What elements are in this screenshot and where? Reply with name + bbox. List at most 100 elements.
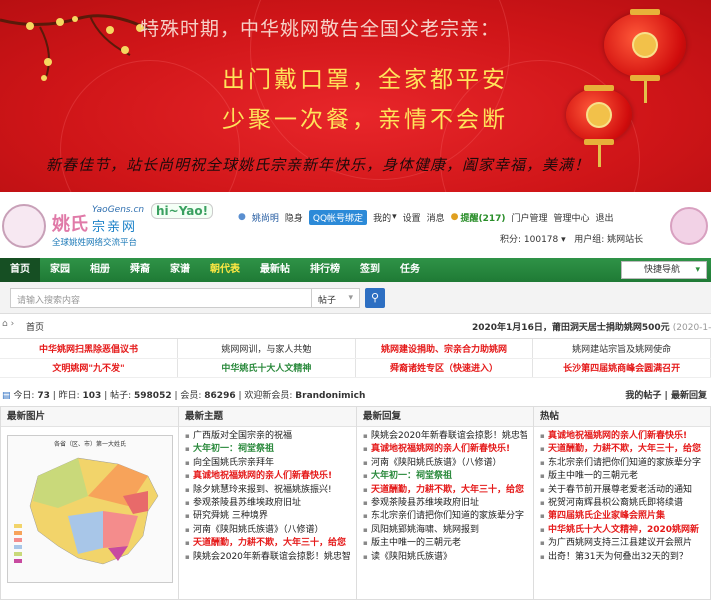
admin-center-link[interactable]: 管理中心 [554,211,590,224]
hide-status-link[interactable]: 隐身 [285,211,303,224]
list-item[interactable]: 天道酬勤，力耕不欺，大年三十，给您 [363,484,527,497]
qq-bind-button[interactable]: QQ帐号绑定 [308,209,368,225]
list-item[interactable]: 广西版对全国宗亲的祝福 [185,430,350,443]
list-item[interactable]: 河南《陕阳姚氏族谱》（八修谱） [363,457,527,470]
hiyao-logo[interactable]: hi~Yao! [151,203,214,219]
posts-label: 帖子: [110,391,132,401]
list-item[interactable]: 关于春节前开展尊老爱老活动的通知 [540,484,704,497]
new-year-banner[interactable]: 特殊时期，中华姚网敬告全国父老宗亲： 出门戴口罩，全家都平安 少聚一次餐，亲情不… [0,0,711,192]
logout-link[interactable]: 退出 [596,211,614,224]
content-columns: 最新图片 各省（区、市）第一大姓氏 最新主题 广西版对全国宗亲的祝福大年初一：祠… [0,406,711,600]
list-item[interactable]: 版主中唯一的三朝元老 [540,470,704,483]
lantern-icon [566,85,632,167]
main-nav: 首页 家园 相册 舜裔 家谱 朝代表 最新帖 排行榜 签到 任务 [0,258,711,282]
chevron-down-icon: ▾ [348,293,353,303]
chevron-down-icon: ▾ [695,265,700,275]
list-item[interactable]: 祝贺河南辉县枳公裔姚氏即将续谱 [540,497,704,510]
list-item[interactable]: 河南《陕阳姚氏族谱》（八修谱） [185,524,350,537]
reminders-link[interactable]: 提醒(217) [461,211,506,224]
list-item[interactable]: 天道酬勤，力耕不欺，大年三十，给您 [185,537,350,550]
donation-notice-text: 2020年1月16日，莆田洞天居士捐助姚网500元 [472,323,670,333]
link-summit[interactable]: 长沙第四届姚商峰会圆满召开 [532,358,711,378]
search-button[interactable]: ⚲ [365,288,385,308]
list-item[interactable]: 东北宗亲们请把你们知道的家族辈分字 [363,510,527,523]
hot-posts-title: 热帖 [534,407,710,427]
surname-map-image[interactable]: 各省（区、市）第一大姓氏 [7,435,173,583]
username-link[interactable]: 姚尚明 [252,211,279,224]
bulb-icon: ● [450,212,459,222]
logo-slogan: 全球姚姓网络交流平台 [52,238,138,248]
donation-notice[interactable]: 2020年1月16日，莆田洞天居士捐助姚网500元 (2020-1-19) [472,320,711,333]
nav-album[interactable]: 相册 [80,258,120,282]
china-map-icon [14,457,159,565]
list-item[interactable]: 版主中唯一的三朝元老 [363,537,527,550]
nav-checkin[interactable]: 签到 [350,258,390,282]
link-donation[interactable]: 姚网建设捐助、宗亲合力助姚网 [355,339,534,359]
credits-link[interactable]: 积分: 100178 [500,235,558,245]
nav-tasks[interactable]: 任务 [390,258,430,282]
list-item[interactable]: 陕姚会2020年新春联谊会掠影！姚忠智 [185,551,350,564]
nav-home[interactable]: 首页 [0,258,40,282]
logo-domain: YaoGens.cn [92,205,145,215]
avatar[interactable] [670,207,708,245]
list-item[interactable]: 真诚地祝福姚网的亲人们新春快乐! [185,470,350,483]
list-item[interactable]: 真诚地祝福姚网的亲人们新春快乐! [540,430,704,443]
search-type-label: 帖子 [318,296,337,306]
lantern-icon [604,9,686,103]
list-item[interactable]: 向全国姚氏宗亲拜年 [185,457,350,470]
my-menu[interactable]: 我的 [373,211,391,224]
search-icon: ⚲ [370,291,380,304]
link-humanistic-spirit[interactable]: 中华姚氏十大人文精神 [177,358,356,378]
list-item[interactable]: 第四届姚氏企业家峰会照片集 [540,510,704,523]
list-item[interactable]: 东北宗亲们请把你们知道的家族辈分字 [540,457,704,470]
list-item[interactable]: 陕姚会2020年新春联谊会掠影！姚忠智 [363,430,527,443]
link-site-mission[interactable]: 姚网建站宗旨及姚网使命 [532,339,711,359]
quick-nav-dropdown[interactable]: 快捷导航 ▾ [621,261,707,279]
list-item[interactable]: 凤阳姚郢姚海啸、姚网报到 [363,524,527,537]
my-posts-link[interactable]: 我的帖子 [625,391,661,401]
map-title: 各省（区、市）第一大姓氏 [53,441,126,448]
messages-link[interactable]: 消息 [427,211,445,224]
link-shunyi-zone[interactable]: 舜裔诸姓专区（快速进入） [355,358,534,378]
list-item[interactable]: 大年初一：祠堂祭祖 [185,443,350,456]
nav-dynasty-table[interactable]: 朝代表 [200,258,250,282]
latest-replies-link[interactable]: 最新回复 [671,391,707,401]
stats-links: 我的帖子 | 最新回复 [625,391,707,401]
logo-subtitle: 宗亲网 [92,220,138,235]
nav-latest-posts[interactable]: 最新帖 [250,258,300,282]
new-member-link[interactable]: Brandonimich [295,391,365,401]
list-item[interactable]: 天道酬勤，力耕不欺，大年三十，给您 [540,443,704,456]
list-item[interactable]: 研究舜姚 三种境界 [185,510,350,523]
search-input[interactable]: 请输入搜索内容 [10,288,312,308]
link-civility-rules[interactable]: 文明姚网"九不发" [0,358,179,378]
settings-link[interactable]: 设置 [403,211,421,224]
list-item[interactable]: 读《陕阳姚氏族谱》 [363,551,527,564]
latest-images-title: 最新图片 [1,407,178,427]
search-type-select[interactable]: 帖子 ▾ [312,288,360,308]
usergroup-link[interactable]: 用户组: 姚网站长 [574,235,643,245]
site-logo-emblem[interactable] [2,204,46,248]
chevron-down-icon: ▾ [561,235,566,245]
list-item[interactable]: 参观茶陵县苏维埃政府旧址 [185,497,350,510]
breadcrumb-home[interactable]: 首页 [26,320,44,333]
latest-images-panel: 最新图片 各省（区、市）第一大姓氏 [0,406,178,600]
nav-rankings[interactable]: 排行榜 [300,258,350,282]
home-icon[interactable]: ⌂ › [2,319,14,329]
list-item[interactable]: 参观茶陵县苏维埃政府旧址 [363,497,527,510]
nav-homeland[interactable]: 家园 [40,258,80,282]
list-item[interactable]: 真诚地祝福姚网的亲人们新春快乐! [363,443,527,456]
list-item[interactable]: 出奇！第31天为何叠出32天的到？ [540,551,704,564]
banner-notice: 特殊时期，中华姚网敬告全国父老宗亲： [140,18,501,40]
latest-topics-panel: 最新主题 广西版对全国宗亲的祝福大年初一：祠堂祭祖向全国姚氏宗亲拜年真诚地祝福姚… [178,406,356,600]
list-item[interactable]: 为广西姚网支持三江县建议开会照片 [540,537,704,550]
nav-genealogy[interactable]: 家谱 [160,258,200,282]
list-item[interactable]: 除夕姚慧玲来报到、祝福姚族振兴! [185,484,350,497]
portal-management-link[interactable]: 门户管理 [512,211,548,224]
posts-count: 598052 [134,391,172,401]
link-site-motto[interactable]: 姚网网训，与家人共勉 [177,339,356,359]
list-item[interactable]: 中华姚氏十大人文精神，2020姚网新 [540,524,704,537]
link-anti-crime[interactable]: 中华姚网扫黑除恶倡议书 [0,339,179,359]
nav-shunyi[interactable]: 舜裔 [120,258,160,282]
logo-text[interactable]: 姚氏 [52,210,88,236]
list-item[interactable]: 大年初一：祠堂祭祖 [363,470,527,483]
